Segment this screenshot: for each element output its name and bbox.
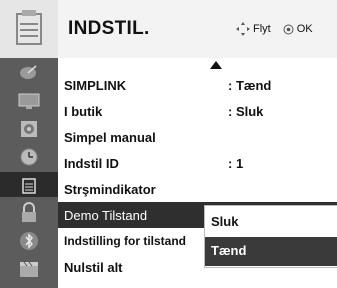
menu-item-simplink[interactable]: SIMPLINK : Tænd — [58, 72, 337, 98]
satellite-dish-icon[interactable] — [0, 60, 58, 85]
move-hint-label: Flyt — [253, 23, 271, 35]
menu-item-label: Strşmindikator — [64, 182, 156, 197]
ok-hint-label: OK — [296, 23, 313, 35]
menu-item-label: Simpel manual — [64, 130, 156, 145]
clapperboard-icon[interactable] — [0, 256, 58, 281]
ok-button-icon — [283, 24, 294, 34]
bluetooth-icon[interactable] — [0, 228, 58, 253]
demo-mode-dropdown[interactable]: Sluk Tænd — [204, 205, 337, 268]
navigation-hint: Flyt OK — [236, 22, 321, 36]
menu-item-i-butik[interactable]: I butik : Sluk — [58, 98, 337, 124]
settings-box-icon — [0, 0, 58, 58]
page-title: INDSTIL. — [68, 18, 150, 39]
menu-item-label: Indstil ID — [64, 156, 119, 171]
menu-item-simpel-manual[interactable]: Simpel manual — [58, 124, 337, 150]
category-sidebar — [0, 58, 58, 288]
option-taend[interactable]: Tænd — [205, 237, 337, 266]
scroll-up-arrow-icon[interactable] — [210, 61, 222, 69]
dpad-icon — [236, 22, 250, 36]
menu-item-label: Demo Tilstand — [64, 208, 148, 223]
menu-item-label: Indstilling for tilstand — [64, 234, 186, 248]
speaker-icon[interactable] — [0, 116, 58, 141]
menu-item-label: SIMPLINK — [64, 78, 127, 93]
menu-item-value: : Sluk — [228, 104, 264, 119]
menu-header: INDSTIL. Flyt OK — [0, 0, 337, 59]
menu-item-indstil-id[interactable]: Indstil ID : 1 — [58, 150, 337, 176]
tv-screen-icon[interactable] — [0, 88, 58, 113]
menu-item-value: : 1 — [228, 156, 244, 171]
lock-icon[interactable] — [0, 200, 58, 225]
menu-item-label: I butik — [64, 104, 103, 119]
option-label: Tænd — [211, 243, 247, 258]
option-sluk[interactable]: Sluk — [205, 208, 337, 237]
menu-item-value: : Tænd — [228, 78, 272, 93]
ok-hint: OK — [283, 23, 313, 35]
tv-settings-screen: INDSTIL. Flyt OK SIMPLINK: Tænd I butik… — [0, 0, 337, 288]
menu-item-stromindikator[interactable]: Strşmindikator — [58, 176, 337, 202]
clock-icon[interactable] — [0, 144, 58, 169]
option-label: Sluk — [211, 214, 239, 229]
menu-item-label: Nulstil alt — [64, 260, 123, 275]
move-hint: Flyt — [236, 22, 271, 36]
settings-box-icon[interactable] — [0, 172, 58, 197]
